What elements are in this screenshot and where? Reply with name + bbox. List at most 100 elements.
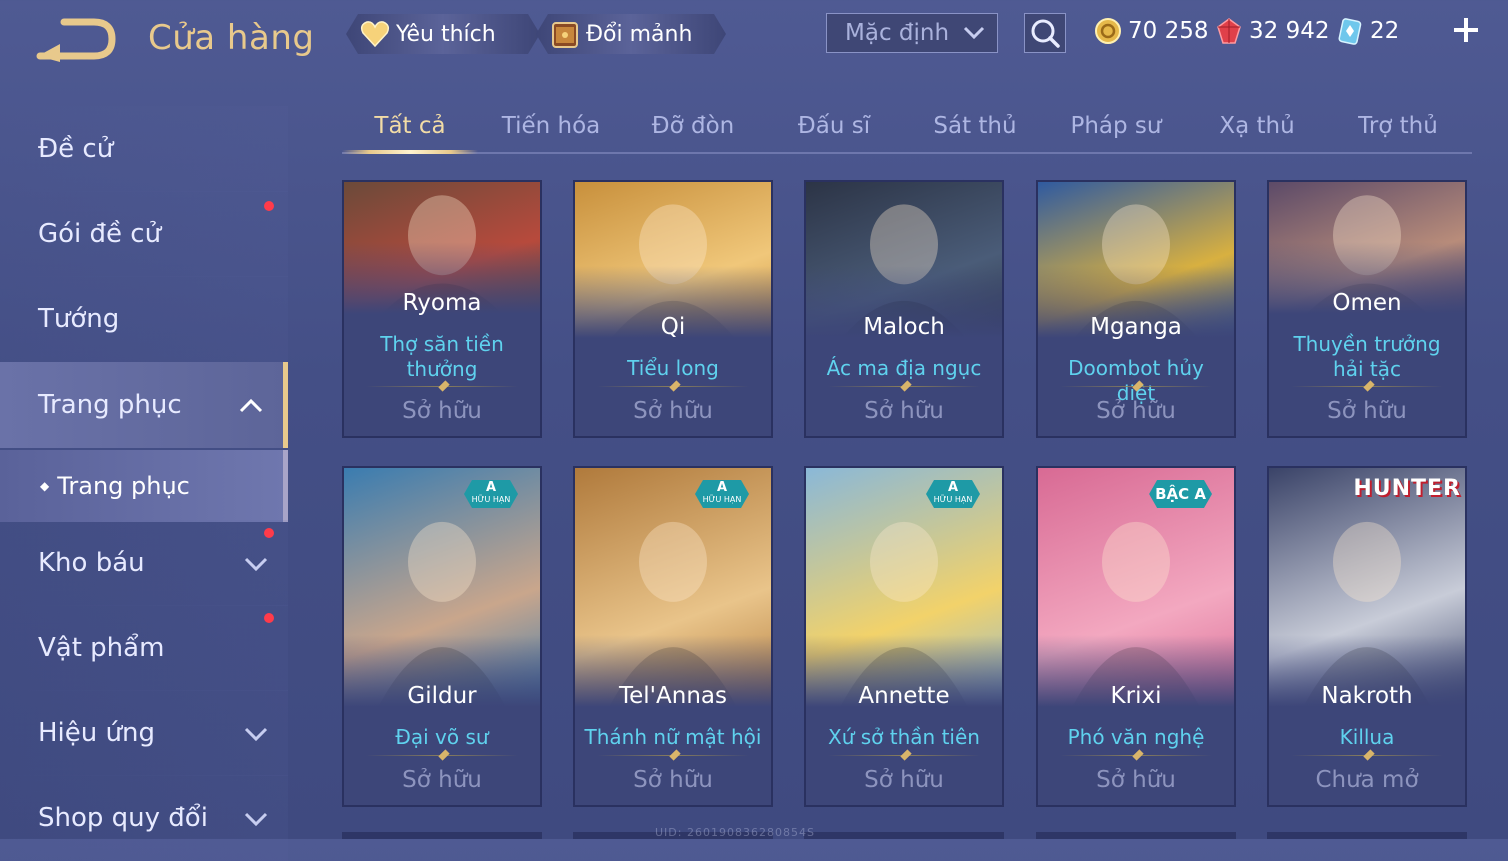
exchange-label: Đổi mảnh — [586, 21, 693, 47]
next-row-card — [342, 832, 542, 839]
sidebar-item-bundles[interactable]: Gói đề cử — [0, 191, 288, 277]
hero-name: Qi — [660, 314, 686, 340]
ownership-status: Sở hữu — [402, 398, 482, 424]
gold-coin-icon — [1095, 18, 1121, 44]
favorite-label: Yêu thích — [396, 21, 496, 47]
sidebar-subitem-skins[interactable]: ◆ Trang phục — [0, 450, 288, 522]
sidebar-item-treasure[interactable]: Kho báu — [0, 520, 288, 606]
hunter-logo: HUNTER — [1353, 476, 1461, 501]
ownership-status: Sở hữu — [633, 767, 713, 793]
ruby-value: 32 942 — [1249, 18, 1330, 44]
skin-card[interactable]: Maloch Ác ma địa ngục Sở hữu — [804, 180, 1004, 438]
sort-dropdown[interactable]: Mặc định — [826, 13, 998, 53]
skin-name: Xứ sở thần tiên — [828, 725, 980, 749]
diamond-ornament-icon — [438, 749, 450, 761]
skin-card[interactable]: Krixi Phó văn nghệ Sở hữu BẬC A — [1036, 466, 1236, 807]
uid-watermark: UID: 260190836280854S — [655, 826, 815, 839]
sidebar-item-items[interactable]: Vật phẩm — [0, 605, 288, 691]
search-button[interactable] — [1024, 13, 1066, 53]
diamond-ornament-icon — [1132, 749, 1144, 761]
tab-all[interactable]: Tất cả — [342, 100, 478, 154]
bullet-icon: ◆ — [40, 479, 50, 493]
tab-evolution[interactable]: Tiến hóa — [483, 100, 619, 152]
sidebar-item-label: Kho báu — [38, 548, 145, 578]
treasure-chest-icon — [550, 19, 580, 49]
exchange-button[interactable]: Đổi mảnh — [536, 14, 726, 54]
hero-name: Gildur — [407, 683, 477, 709]
chevron-down-icon — [244, 557, 268, 572]
sidebar-item-label: Gói đề cử — [38, 219, 162, 249]
ownership-status: Sở hữu — [864, 767, 944, 793]
hero-name: Mganga — [1090, 314, 1182, 340]
skin-card[interactable]: Mganga Doombot hủy diệt Sở hữu — [1036, 180, 1236, 438]
diamond-card-icon — [1338, 18, 1362, 45]
sidebar-item-label: Vật phẩm — [38, 633, 165, 663]
sidebar-subitem-label: Trang phục — [57, 472, 190, 500]
tab-tank[interactable]: Đỡ đòn — [625, 100, 761, 152]
skin-name: Tiểu long — [627, 356, 719, 380]
sidebar-item-heroes[interactable]: Tướng — [0, 276, 288, 362]
hero-name: Krixi — [1110, 683, 1162, 709]
skin-name: Ác ma địa ngục — [826, 356, 982, 380]
ownership-status: Sở hữu — [864, 398, 944, 424]
tab-marksman[interactable]: Xạ thủ — [1189, 100, 1325, 152]
ruby-currency: 32 942 — [1215, 14, 1329, 48]
hero-name: Nakroth — [1321, 683, 1413, 709]
sidebar-item-label: Đề cử — [38, 134, 114, 164]
plus-icon — [1454, 18, 1478, 42]
next-row-card — [1036, 832, 1236, 839]
next-row-card — [804, 832, 1004, 839]
sidebar-item-recommended[interactable]: Đề cử — [0, 106, 288, 192]
tab-mage[interactable]: Pháp sư — [1048, 100, 1184, 152]
sidebar-item-label: Trang phục — [38, 390, 182, 420]
top-bar: Cửa hàng Yêu thích Đổi mảnh Mặc định 70 — [0, 0, 1508, 72]
chevron-down-icon — [244, 727, 268, 742]
diamond-ornament-icon — [669, 380, 681, 392]
sidebar-item-effects[interactable]: Hiệu ứng — [0, 690, 288, 776]
skin-card[interactable]: Gildur Đại võ sư Sở hữu A HỮU HẠN — [342, 466, 542, 807]
hero-name: Ryoma — [402, 290, 482, 316]
rank-badge: BẬC A — [1149, 480, 1212, 508]
favorite-button[interactable]: Yêu thích — [346, 14, 540, 54]
gold-currency: 70 258 — [1094, 14, 1208, 48]
ruby-gem-icon — [1217, 18, 1241, 44]
back-button[interactable] — [34, 16, 120, 62]
sidebar-item-label: Hiệu ứng — [38, 718, 155, 748]
rank-badge: A HỮU HẠN — [464, 480, 518, 508]
ownership-status: Sở hữu — [402, 767, 482, 793]
back-arrow-icon — [36, 18, 116, 62]
heart-icon — [360, 19, 390, 49]
skin-card[interactable]: Tel'Annas Thánh nữ mật hội Sở hữu A HỮU HẠ… — [573, 466, 773, 807]
add-currency-button[interactable] — [1450, 14, 1482, 46]
ownership-status: Sở hữu — [1096, 398, 1176, 424]
skin-card[interactable]: Annette Xứ sở thần tiên Sở hữu A HỮU HẠN — [804, 466, 1004, 807]
voucher-currency: 22 — [1336, 14, 1399, 48]
hero-name: Tel'Annas — [619, 683, 727, 709]
rank-badge: A HỮU HẠN — [695, 480, 749, 508]
skin-card[interactable]: Omen Thuyền trưởng hải tặc Sở hữu — [1267, 180, 1467, 438]
skin-name: Thợ săn tiền thưởng — [380, 332, 504, 381]
hero-name: Annette — [858, 683, 950, 709]
gold-value: 70 258 — [1128, 18, 1209, 44]
sort-selected: Mặc định — [845, 20, 950, 46]
sidebar-item-exchange-shop[interactable]: Shop quy đổi — [0, 775, 288, 861]
skin-name: Thánh nữ mật hội — [584, 725, 762, 749]
skin-name: Thuyền trưởng hải tặc — [1293, 332, 1441, 381]
diamond-ornament-icon — [1363, 380, 1375, 392]
tab-assassin[interactable]: Sát thủ — [907, 100, 1043, 152]
chevron-down-icon — [963, 26, 985, 40]
notification-dot — [264, 528, 274, 538]
notification-dot — [264, 613, 274, 623]
tab-warrior[interactable]: Đấu sĩ — [766, 100, 902, 152]
skin-card[interactable]: Nakroth Killua Chưa mở HUNTER — [1267, 466, 1467, 807]
hero-name: Omen — [1332, 290, 1402, 316]
skin-card[interactable]: Ryoma Thợ săn tiền thưởng Sở hữu — [342, 180, 542, 438]
ownership-status: Sở hữu — [633, 398, 713, 424]
hero-name: Maloch — [863, 314, 945, 340]
search-icon — [1031, 19, 1060, 48]
next-row-card — [1267, 832, 1467, 839]
tab-support[interactable]: Trợ thủ — [1330, 100, 1466, 152]
sidebar-item-skins[interactable]: Trang phục — [0, 362, 288, 448]
skin-card[interactable]: Qi Tiểu long Sở hữu — [573, 180, 773, 438]
diamond-ornament-icon — [900, 380, 912, 392]
